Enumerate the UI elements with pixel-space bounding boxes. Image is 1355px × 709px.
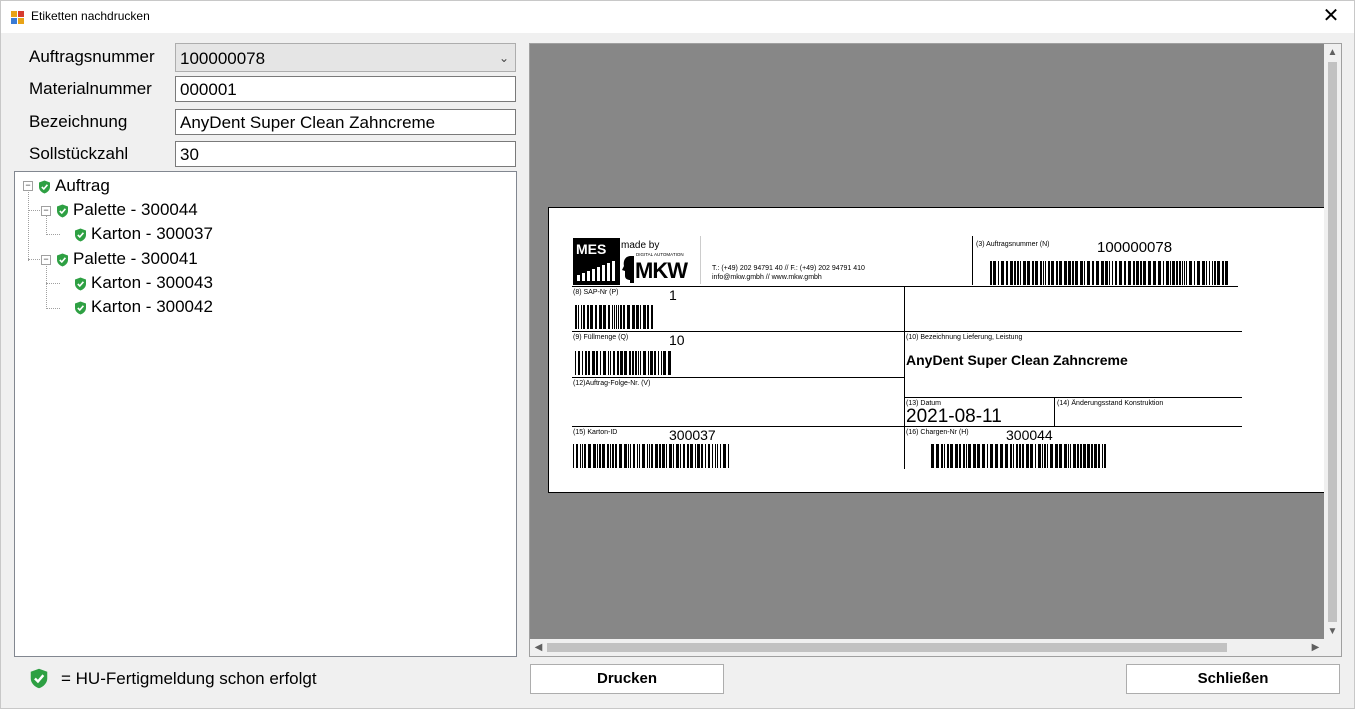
auftragsnummer-label: Auftragsnummer [29,47,155,66]
app-icon [11,11,24,24]
chargen-value: 300044 [1006,427,1053,443]
title-bar: Etiketten nachdrucken ✕ [1,1,1354,33]
bezeichnung-label: Bezeichnung [29,112,128,131]
vertical-scrollbar[interactable]: ▲ ▼ [1324,44,1341,640]
materialnummer-field[interactable]: 000001 [175,76,516,102]
tree-connector [46,215,47,235]
chargen-title: (16) Chargen-Nr (H) [906,429,969,436]
tree-connector [28,190,29,261]
shield-check-icon [57,253,68,267]
auftragsnummer-barcode [990,261,1229,285]
tree-item-karton[interactable]: Karton - 300037 [74,223,213,245]
collapse-toggle[interactable]: − [41,206,51,216]
auftragsnummer-value: 100000078 [180,49,266,68]
tree-connector [28,259,42,260]
close-icon: ✕ [1322,5,1340,27]
chargen-barcode [931,444,1107,468]
datum-value: 2021-08-11 [906,406,1002,427]
auftragsnummer-select[interactable]: 100000078 ⌄ [175,43,516,72]
vertical-scroll-thumb[interactable] [1328,62,1337,622]
collapse-toggle[interactable]: − [41,255,51,265]
materialnummer-label: Materialnummer [29,79,152,98]
divider [700,236,701,284]
close-button[interactable]: Schließen [1126,664,1340,694]
sollstueckzahl-field[interactable]: 30 [175,141,516,167]
auftragsnummer-title: (3) Auftragsnummer (N) [976,241,1050,248]
sap-value: 1 [669,287,677,303]
tree-item-palette[interactable]: Palette - 300041 [56,248,198,270]
sap-barcode [575,305,653,329]
legend-text: = HU-Fertigmeldung schon erfolgt [61,669,317,688]
sap-title: (8) SAP-Nr (P) [573,289,619,296]
shield-check-icon [30,668,48,689]
tree-item-karton[interactable]: Karton - 300043 [74,272,213,294]
reprint-labels-window: Etiketten nachdrucken ✕ Auftragsnummer 1… [0,0,1355,709]
tree-connector [46,234,60,235]
tree-connector [46,308,60,309]
print-button[interactable]: Drucken [530,664,724,694]
bezeichnung-field[interactable]: AnyDent Super Clean Zahncreme [175,109,516,135]
contact-line-1: T.: (+49) 202 94791 40 // F.: (+49) 202 … [712,265,865,272]
folge-title: (12)Auftrag-Folge-Nr. (V) [573,380,651,387]
label-card: MES made by DIGITAL AUTOMATION MKW T.: (… [548,207,1338,493]
horizontal-scroll-thumb[interactable] [547,643,1227,652]
aenderung-title: (14) Änderungsstand Konstruktion [1057,400,1164,407]
tree-connector [28,210,42,211]
shield-check-icon [75,277,86,291]
scroll-down-icon[interactable]: ▼ [1324,623,1341,640]
karton-title: (15) Karton-ID [573,429,618,436]
tree-connector [46,283,60,284]
fuellmenge-value: 10 [669,332,685,348]
logo-digital-automation: DIGITAL AUTOMATION [636,252,684,257]
tree-item-karton[interactable]: Karton - 300042 [74,296,213,318]
logo-made-by: made by [621,240,660,251]
mes-logo: MES [573,238,620,285]
tree-item-palette[interactable]: Palette - 300044 [56,199,198,221]
scroll-left-icon[interactable]: ◀ [530,639,547,656]
shield-check-icon [75,301,86,315]
karton-value: 300037 [669,427,716,443]
scroll-right-icon[interactable]: ▶ [1307,639,1324,656]
label-preview[interactable]: MES made by DIGITAL AUTOMATION MKW T.: (… [529,43,1342,657]
sollstueckzahl-label: Sollstückzahl [29,144,129,163]
contact-line-2: info@mkw.gmbh // www.mkw.gmbh [712,274,822,281]
fuellmenge-title: (9) Füllmenge (Q) [573,334,629,341]
window-title: Etiketten nachdrucken [31,9,150,23]
divider [572,377,904,378]
bezeichnung-title: (10) Bezeichnung Lieferung, Leistung [906,334,1023,341]
horizontal-scrollbar[interactable]: ◀ ▶ [530,639,1341,656]
divider [904,286,905,469]
chevron-down-icon: ⌄ [498,51,509,65]
logo-mkw: MKW [635,258,688,283]
divider [1054,397,1055,426]
shield-check-icon [39,180,50,194]
scroll-up-icon[interactable]: ▲ [1324,44,1341,61]
divider [904,397,1242,398]
bezeichnung-value: AnyDent Super Clean Zahncreme [906,352,1128,368]
head-silhouette-icon [622,256,634,283]
divider [972,236,973,285]
shield-check-icon [57,204,68,218]
collapse-toggle[interactable]: − [23,181,33,191]
tree-connector [46,264,47,309]
shield-check-icon [75,228,86,242]
auftragsnummer-value: 100000078 [1097,239,1173,256]
tree-item-auftrag[interactable]: Auftrag [38,175,110,197]
handling-unit-tree[interactable]: − Auftrag − Palette - 300044 Karton - 30… [14,171,517,657]
fuellmenge-barcode [575,351,673,375]
close-window-button[interactable]: ✕ [1308,1,1354,33]
karton-barcode [573,444,730,468]
bar-graph-icon [577,261,615,281]
